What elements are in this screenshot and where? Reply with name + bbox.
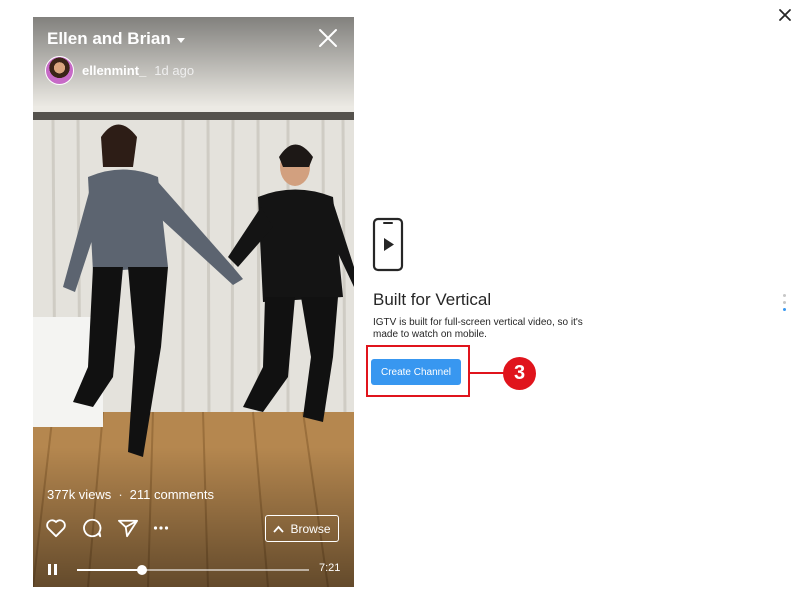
pagination-dot[interactable]: [783, 308, 786, 311]
page-close-icon[interactable]: [777, 7, 793, 23]
panel-title: Built for Vertical: [373, 290, 492, 309]
browse-button[interactable]: Browse: [265, 515, 339, 542]
progress-fill: [77, 569, 142, 571]
video-card[interactable]: Ellen and Brian ellenmint_ 1d ago 377k v…: [33, 17, 354, 587]
video-title-dropdown[interactable]: Ellen and Brian: [47, 29, 185, 49]
player-controls: 7:21: [47, 562, 347, 578]
comment-count[interactable]: 211 comments: [130, 487, 214, 502]
callout-connector: [470, 372, 504, 374]
stats-separator: ·: [118, 487, 123, 502]
step-badge: 3: [503, 357, 536, 390]
progress-handle[interactable]: [136, 565, 147, 575]
timestamp: 1d ago: [154, 63, 195, 78]
pagination-dot[interactable]: [783, 294, 786, 297]
pagination-dot[interactable]: [783, 301, 786, 304]
pause-icon[interactable]: [47, 564, 59, 576]
video-title: Ellen and Brian: [47, 29, 171, 48]
chevron-down-icon: [176, 37, 185, 43]
username[interactable]: ellenmint_: [82, 63, 146, 78]
comment-icon[interactable]: [81, 517, 103, 539]
avatar[interactable]: [45, 56, 74, 85]
chevron-up-icon: [273, 525, 285, 533]
view-count: 377k views: [47, 487, 112, 502]
pagination-dots: [783, 294, 787, 315]
heart-icon[interactable]: [45, 518, 67, 538]
browse-label: Browse: [290, 521, 331, 536]
panel-description: IGTV is built for full-screen vertical v…: [373, 317, 583, 340]
more-icon[interactable]: [153, 518, 169, 538]
create-channel-button[interactable]: Create Channel: [371, 359, 461, 385]
phone-play-icon: [372, 217, 404, 272]
send-icon[interactable]: [117, 518, 139, 538]
progress-track[interactable]: [77, 565, 309, 575]
close-icon[interactable]: [318, 28, 338, 48]
video-duration: 7:21: [319, 562, 341, 574]
video-stats: 377k views · 211 comments: [47, 487, 214, 502]
author-row: ellenmint_ 1d ago: [45, 56, 194, 85]
action-bar: [45, 517, 169, 539]
